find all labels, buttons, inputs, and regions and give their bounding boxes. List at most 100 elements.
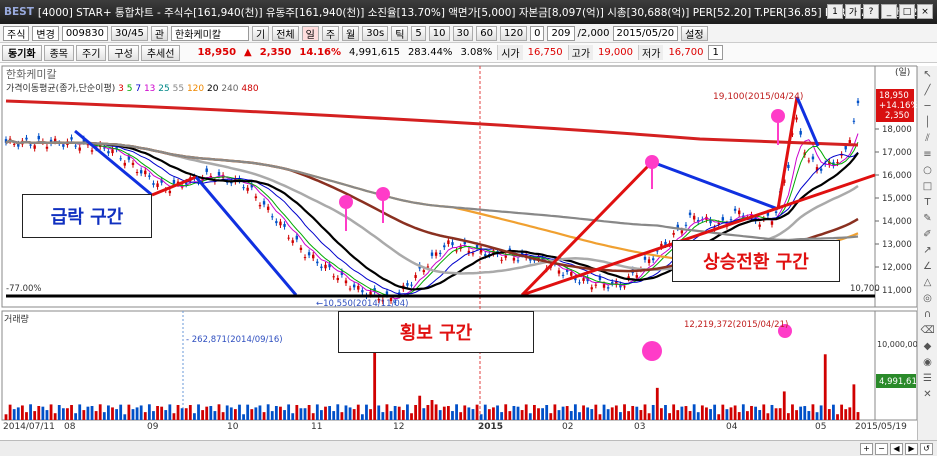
reset-icon[interactable]: ↺ — [920, 442, 933, 455]
maximize-button[interactable]: □ — [899, 4, 915, 19]
volume-bar — [66, 408, 69, 420]
scroll-left-icon[interactable]: ◀ — [890, 442, 903, 455]
volume-bar — [619, 412, 622, 420]
volume-bar — [573, 404, 577, 420]
magnet-icon[interactable]: ∩ — [921, 308, 935, 321]
zoom-out-icon[interactable]: − — [875, 442, 888, 455]
text-box-reversal: 상승전환 구간 — [672, 240, 840, 282]
up-arrow-icon: ▲ — [244, 47, 252, 58]
eye-icon[interactable]: ◉ — [921, 356, 935, 369]
period-unit[interactable]: 0 — [530, 25, 545, 41]
right-low-label: 10,700 — [850, 284, 880, 294]
volume-bar — [614, 405, 618, 420]
candle-body — [303, 257, 307, 259]
candle-body — [443, 245, 446, 248]
lock-icon[interactable]: ◆ — [921, 340, 935, 353]
pencil-icon[interactable]: ✎ — [921, 212, 935, 225]
vline-icon[interactable]: │ — [921, 116, 935, 129]
volume-bar — [242, 414, 245, 420]
btn-month[interactable]: 월 — [342, 25, 360, 41]
window-btn-1[interactable]: 1 — [827, 4, 843, 19]
volume-bar — [565, 406, 569, 420]
volume-bar — [393, 405, 397, 420]
period-5[interactable]: 5 — [411, 25, 426, 41]
scroll-right-icon[interactable]: ▶ — [905, 442, 918, 455]
btn-week[interactable]: 주 — [321, 25, 340, 41]
date-input[interactable]: 2015/05/20 — [612, 25, 679, 41]
x-axis: 2014/07/11 08 09 10 11 12 2015 02 03 04 … — [0, 422, 917, 436]
btn-gi[interactable]: 기 — [252, 25, 270, 41]
candle-body — [111, 149, 114, 154]
triangle-icon[interactable]: △ — [921, 276, 935, 289]
candle-body — [123, 162, 126, 166]
volume-bar — [41, 406, 45, 420]
cycle-icon[interactable]: ◎ — [921, 292, 935, 305]
cursor-icon[interactable]: ↖ — [921, 68, 935, 81]
candle-body — [25, 137, 28, 140]
angle-icon[interactable]: ∠ — [921, 260, 935, 273]
sync-group[interactable]: 동기화 — [2, 44, 42, 61]
candle-body — [680, 230, 684, 234]
list-icon[interactable]: ☰ — [921, 372, 935, 385]
btn-day[interactable]: 일 — [301, 25, 319, 41]
rect-icon[interactable]: □ — [921, 180, 935, 193]
candle-body — [78, 147, 81, 151]
window-btn-font[interactable]: 가 — [845, 4, 861, 19]
qty-select[interactable]: 1 — [708, 45, 723, 60]
settings-button[interactable]: 설정 — [681, 25, 708, 41]
volume-bar — [823, 354, 827, 420]
volume-bar — [471, 409, 475, 420]
candle-body — [168, 190, 172, 194]
arrow-icon[interactable]: ↗ — [921, 244, 935, 257]
count-input[interactable]: 209 — [547, 25, 575, 41]
eraser-icon[interactable]: ⌫ — [920, 324, 934, 337]
candle-body — [53, 138, 57, 142]
brush-icon[interactable]: ✐ — [921, 228, 935, 241]
type-button[interactable]: 관 — [150, 25, 169, 41]
volume-bar — [586, 407, 590, 420]
minimize-button[interactable]: _ — [881, 4, 897, 19]
code-input[interactable]: 009830 — [61, 25, 108, 41]
text-icon[interactable]: T — [921, 196, 935, 209]
badge[interactable]: 30/45 — [111, 25, 148, 41]
period-10[interactable]: 10 — [428, 25, 450, 41]
zoom-in-icon[interactable]: + — [860, 442, 873, 455]
help-button[interactable]: ? — [863, 4, 879, 19]
mode-select[interactable]: 변경 — [32, 25, 59, 41]
stock-name-field[interactable]: 한화케미칼 — [171, 25, 250, 41]
ma-period-55: 55 — [172, 84, 185, 94]
candle-body — [62, 144, 65, 147]
candle-body — [172, 179, 176, 184]
close-button[interactable]: × — [917, 4, 933, 19]
tab-period[interactable]: 주기 — [76, 44, 107, 61]
period-30[interactable]: 30 — [452, 25, 474, 41]
fib-icon[interactable]: ≡ — [921, 148, 935, 161]
volume-bar — [680, 406, 684, 420]
volume-bar — [496, 405, 499, 420]
volume-bar — [119, 404, 123, 420]
tab-trendline[interactable]: 추세선 — [140, 44, 181, 61]
channel-icon[interactable]: ⫽ — [921, 132, 935, 145]
tab-layout[interactable]: 구성 — [108, 44, 139, 61]
period-60[interactable]: 60 — [476, 25, 497, 41]
ma-legend: 가격이동평균(종가,단순이평) 3 5 7 13 25 55 120 20 24… — [6, 81, 259, 94]
btn-all[interactable]: 전체 — [272, 25, 299, 41]
candle-body — [799, 130, 802, 135]
line-icon[interactable]: ╱ — [921, 84, 935, 97]
hline-icon[interactable]: ─ — [921, 100, 935, 113]
volume-bar — [446, 406, 450, 420]
btn-tick[interactable]: 틱 — [391, 25, 409, 41]
market-select[interactable]: 주식 — [3, 25, 30, 41]
circle-icon[interactable]: ○ — [921, 164, 935, 177]
volume-bar — [356, 404, 360, 420]
volume-bar — [299, 408, 303, 420]
ma-period-13: 13 — [143, 84, 156, 94]
delete-icon[interactable]: ✕ — [921, 388, 935, 401]
candle-body — [578, 282, 581, 284]
volume-bar — [815, 412, 819, 420]
tab-stock[interactable]: 종목 — [43, 44, 75, 61]
period-120[interactable]: 120 — [499, 25, 528, 41]
btn-30s[interactable]: 30s — [362, 25, 389, 41]
candle-body — [357, 285, 360, 290]
volume-bar — [520, 410, 524, 420]
